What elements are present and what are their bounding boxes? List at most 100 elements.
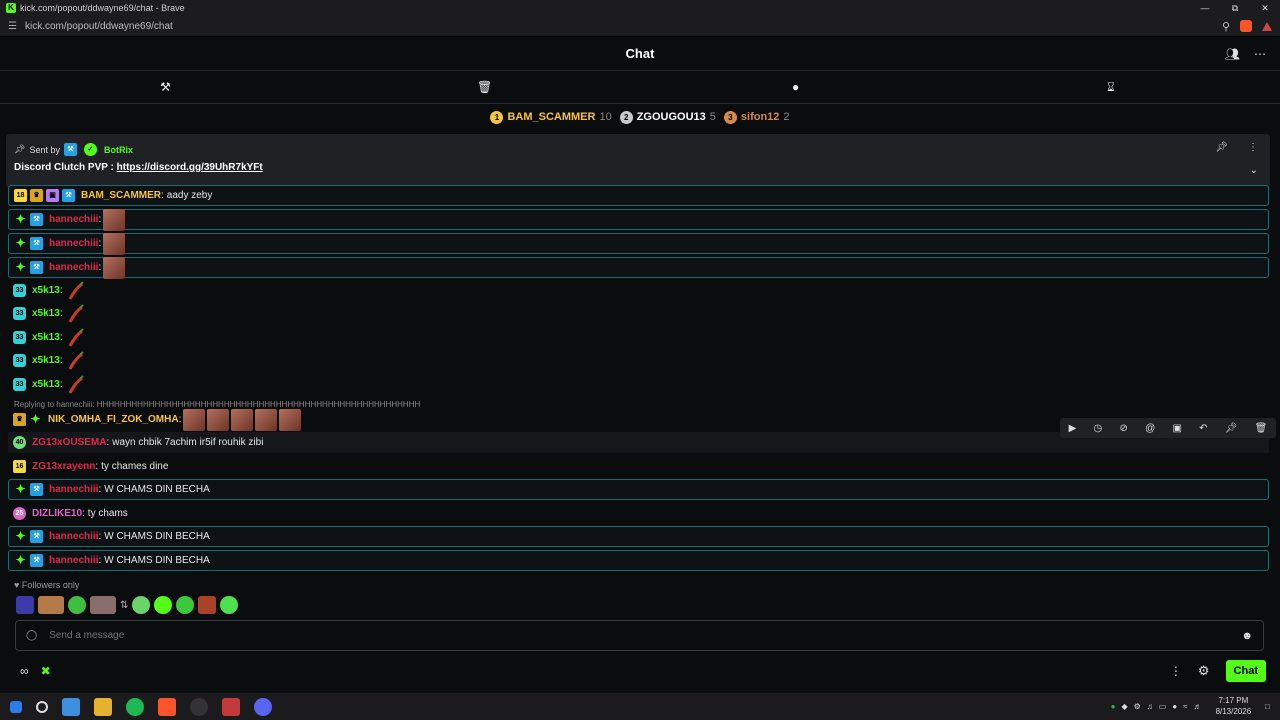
username[interactable]: hannechiii [49,262,98,273]
username[interactable]: NIK_OMHA_FI_ZOK_OMHA [48,414,179,425]
brave-rewards-icon[interactable] [1262,21,1272,31]
discord-icon[interactable] [254,697,272,716]
leaderboard-item[interactable]: 2 ZGOUGOU13 5 [619,110,716,124]
username[interactable]: x5k13 [32,355,60,366]
hammer-icon[interactable]: ⚒ [160,80,171,94]
more-options-icon[interactable]: ⋯ [1254,47,1266,61]
username[interactable]: x5k13 [32,379,60,390]
chat-message[interactable]: ✦ ⚒ hannechiii: [8,208,1269,231]
headset-icon[interactable]: ♫ [1147,702,1153,711]
play-icon[interactable]: ▶ [1069,423,1077,434]
delete-icon[interactable]: 🗑︎ [1255,423,1268,434]
chat-message[interactable]: 25 DIZLIKE10: ty chams [8,503,1269,524]
reply-icon[interactable]: ↶ [1199,423,1207,434]
copy-icon[interactable]: ▣ [1172,423,1181,434]
battery-icon[interactable]: ▭ [1159,702,1167,711]
chevron-down-icon[interactable]: ⌄ [1250,165,1258,176]
mention-icon[interactable]: @ [1145,423,1155,434]
store-icon[interactable] [62,697,80,716]
emote-button[interactable] [68,596,86,614]
chat-message[interactable]: 33 x5k13: [8,350,1269,371]
username[interactable]: hannechiii [49,531,98,542]
username[interactable]: x5k13 [32,285,60,296]
username[interactable]: ZG13xOUSEMA [32,437,106,448]
bot-name[interactable]: BotRix [104,145,133,155]
username[interactable]: BAM_SCAMMER [81,190,161,201]
chat-message[interactable]: ✦ ⚒ hannechiii: W CHAMS DIN BECHA [8,526,1269,547]
username[interactable]: DIZLIKE10 [32,508,82,519]
emote-button[interactable] [198,596,217,614]
discord-link[interactable]: https://discord.gg/39UhR7kYFt [117,162,263,173]
wifi-icon[interactable]: ≈ [1183,702,1187,711]
username[interactable]: ZG13xrayenn [32,461,95,472]
chat-message[interactable]: 33 x5k13: [8,374,1269,395]
pin-message-icon[interactable]: 📌︎ [1225,423,1238,434]
close-icon[interactable]: ✕ [1250,0,1280,16]
chat-message[interactable]: ✦ ⚒ hannechiii: [8,232,1269,255]
users-icon[interactable]: 👥︎ [1225,47,1240,61]
username[interactable]: hannechiii [49,214,98,225]
emote-button[interactable] [132,596,151,614]
spotify-tray-icon[interactable]: ● [1111,702,1116,711]
slash-icon[interactable]: ⊘ [1119,423,1127,434]
emote-button[interactable] [38,596,64,614]
emote-button[interactable] [16,596,34,614]
brave-icon[interactable] [158,697,176,716]
system-clock[interactable]: 7:17 PM 8/13/2026 [1216,695,1252,717]
obs-icon[interactable] [190,697,208,716]
emote-button[interactable] [220,596,239,614]
message-input[interactable] [49,630,1200,641]
infinity-icon[interactable]: ∞ [20,664,29,678]
username[interactable]: hannechiii [49,238,98,249]
windows-start-icon[interactable] [10,700,22,713]
chat-message[interactable]: ✦ ⚒ hannechiii: [8,256,1269,279]
username[interactable]: hannechiii [49,555,98,566]
tray-icon[interactable]: ⚙ [1134,702,1141,711]
url-text[interactable]: kick.com/popout/ddwayne69/chat [25,21,173,32]
leaderboard-item[interactable]: 3 sifon12 2 [723,110,790,124]
emote-button[interactable] [176,596,195,614]
spotify-icon[interactable] [126,697,144,716]
unpin-icon[interactable]: 📌︎ [1215,142,1228,153]
restore-icon[interactable]: ⧉ [1220,0,1250,16]
microphone-icon[interactable]: ● [1172,702,1177,711]
username[interactable]: x5k13 [32,308,60,319]
emote-button[interactable] [90,596,116,614]
gear-icon[interactable]: ⚙ [1198,663,1210,679]
chat-message[interactable]: 16 ZG13xrayenn: ty chames dine [8,456,1269,477]
notification-icon[interactable]: □ [1265,702,1270,711]
chat-message[interactable]: 33 x5k13: [8,280,1269,301]
chat-message[interactable]: 18 ♛ ▣ ⚒ BAM_SCAMMER: aady zeby [8,185,1269,206]
swap-icon[interactable]: ⇅ [120,600,128,611]
file-explorer-icon[interactable] [94,697,112,716]
message-text: ty chams [87,508,128,519]
emote-button[interactable] [154,596,173,614]
timeout-clock-icon[interactable]: ◷ [1094,423,1103,434]
green-circle-icon[interactable]: ✖ [41,664,51,678]
chat-send-button[interactable]: Chat [1225,660,1266,682]
pinned-more-icon[interactable]: ⋮ [1248,142,1258,153]
vertical-dots-icon[interactable]: ⋮ [1170,664,1182,678]
chat-message[interactable]: 33 x5k13: [8,327,1269,348]
volume-icon[interactable]: ♬ [1194,702,1202,711]
chat-message[interactable]: ✦ ⚒ hannechiii: W CHAMS DIN BECHA [8,479,1269,500]
voicemeeter-icon[interactable] [222,697,240,716]
leaderboard-item[interactable]: 1 BAM_SCAMMER 10 [490,110,612,124]
minimize-icon[interactable]: — [1190,0,1220,16]
chat-bottom-bar: ∞ ✖ ⋮ ⚙ Chat [0,658,1280,684]
brave-shields-icon[interactable] [1240,20,1252,32]
site-info-icon[interactable]: ☰ [8,21,17,32]
hourglass-icon[interactable]: ⌛︎ [1107,80,1115,95]
chat-message[interactable]: ✦ ⚒ hannechiii: W CHAMS DIN BECHA [8,550,1269,571]
tray-icon[interactable]: ◆ [1121,702,1127,711]
moderator-badge-icon: ⚒ [30,261,43,274]
chat-bubble-icon[interactable]: ● [792,80,799,94]
username[interactable]: x5k13 [32,332,60,343]
chat-message[interactable]: 33 x5k13: [8,303,1269,324]
zoom-icon[interactable]: ⚲ [1222,20,1230,33]
search-icon[interactable] [36,700,48,713]
username[interactable]: hannechiii [49,484,98,495]
reply-context[interactable]: Replying to hannechiii: HHHHHHHHHHHHHHHH… [14,400,420,409]
trash-icon[interactable]: 🗑︎ [477,80,492,94]
emoji-icon[interactable]: ☻ [1241,630,1253,642]
